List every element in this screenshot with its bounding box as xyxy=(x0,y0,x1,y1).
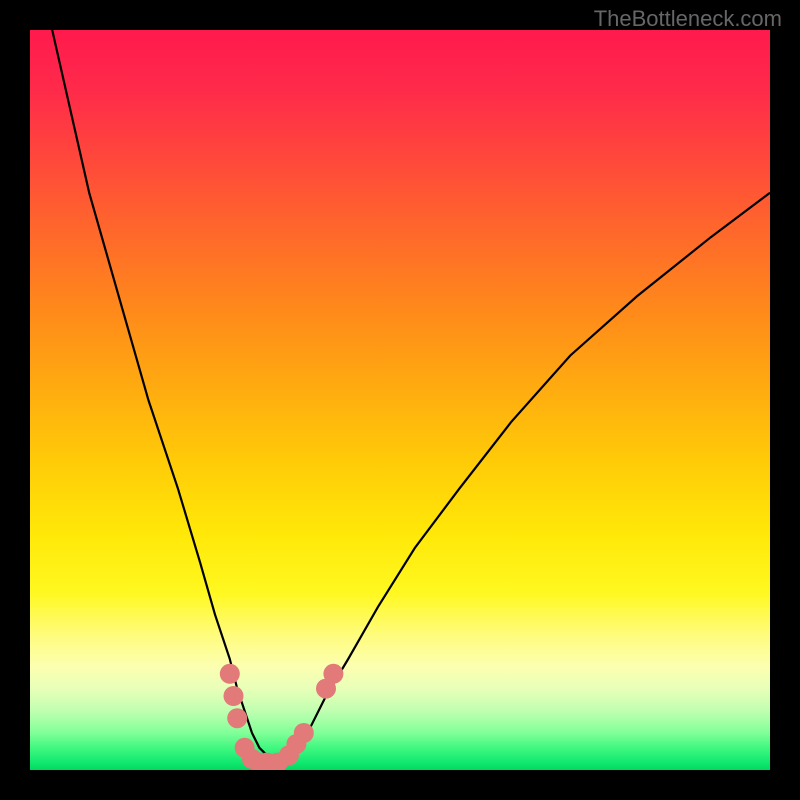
watermark-text: TheBottleneck.com xyxy=(594,6,782,32)
data-marker xyxy=(220,664,240,684)
data-marker xyxy=(323,664,343,684)
plot-area xyxy=(30,30,770,770)
data-marker xyxy=(227,708,247,728)
curve-svg xyxy=(30,30,770,770)
curve-markers xyxy=(220,664,344,770)
data-marker xyxy=(224,686,244,706)
data-marker xyxy=(294,723,314,743)
bottleneck-curve xyxy=(52,30,770,763)
